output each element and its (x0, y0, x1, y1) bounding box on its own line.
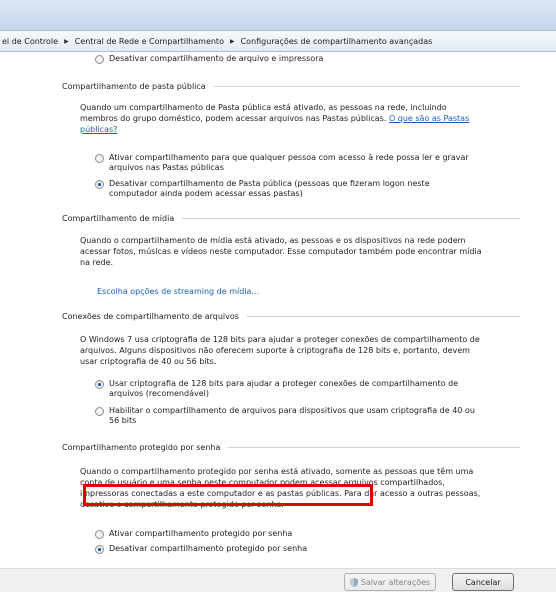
option-label: Ativar compartilhamento protegido por se… (109, 529, 293, 538)
media-streaming-options-link[interactable]: Escolha opções de streaming de mídia... (97, 287, 259, 296)
option-label: Habilitar o compartilhamento de arquivos… (109, 406, 475, 425)
cancel-button[interactable]: Cancelar (452, 573, 514, 591)
public-folder-description: Quando um compartilhamento de Pasta públ… (80, 102, 510, 135)
desc-line: acessar fotos, músicas e vídeos neste co… (80, 247, 482, 256)
radio-button-selected[interactable] (95, 180, 104, 189)
breadcrumb-control-panel[interactable]: el de Controle (2, 37, 58, 46)
radio-button[interactable] (95, 407, 104, 416)
breadcrumb-arrow-icon[interactable]: ▶ (64, 38, 69, 45)
section-title-public-folder: Compartilhamento de pasta pública (62, 82, 520, 91)
file-connections-description: O Windows 7 usa criptografia de 128 bits… (80, 334, 510, 367)
radio-enable-public-folder-sharing[interactable]: Ativar compartilhamento para que qualque… (95, 153, 515, 173)
red-highlight-box (83, 484, 373, 506)
breadcrumb-arrow-icon[interactable]: ▶ (230, 38, 235, 45)
uac-shield-icon (349, 577, 358, 587)
save-changes-button[interactable]: Salvar alterações (344, 573, 436, 591)
section-title-text: Conexões de compartilhamento de arquivos (62, 312, 239, 321)
section-divider (246, 316, 520, 317)
section-divider (228, 447, 520, 448)
section-title-text: Compartilhamento de mídia (62, 214, 175, 223)
public-folders-help-link[interactable]: O que são as Pastas (389, 114, 469, 123)
section-title-text: Compartilhamento de pasta pública (62, 82, 206, 91)
option-label: Usar criptografia de 128 bits para ajuda… (109, 379, 459, 398)
desc-line: usar criptografia de 40 ou 56 bits. (80, 357, 217, 366)
radio-button-selected[interactable] (95, 545, 104, 554)
public-folders-help-link-cont[interactable]: públicas? (80, 124, 510, 135)
radio-enable-40-56bit-encryption[interactable]: Habilitar o compartilhamento de arquivos… (95, 406, 515, 426)
radio-button-selected[interactable] (95, 380, 104, 389)
media-description: Quando o compartilhamento de mídia está … (80, 235, 510, 268)
radio-button[interactable] (95, 530, 104, 539)
section-title-text: Compartilhamento protegido por senha (62, 443, 221, 452)
address-bar[interactable]: el de Controle ▶ Central de Rede e Compa… (0, 30, 556, 52)
radio-button[interactable] (95, 154, 104, 163)
section-title-media: Compartilhamento de mídia (62, 214, 520, 223)
cancel-label: Cancelar (465, 577, 501, 587)
section-title-password-protected: Compartilhamento protegido por senha (62, 443, 520, 452)
option-label: Desativar compartilhamento protegido por… (109, 544, 308, 553)
section-title-file-connections: Conexões de compartilhamento de arquivos (62, 312, 520, 321)
radio-use-128bit-encryption[interactable]: Usar criptografia de 128 bits para ajuda… (95, 379, 515, 399)
desc-line: Quando o compartilhamento de mídia está … (80, 236, 466, 245)
desc-line: O Windows 7 usa criptografia de 128 bits… (80, 335, 480, 344)
window-titlebar (0, 0, 556, 30)
radio-disable-password-protection[interactable]: Desativar compartilhamento protegido por… (95, 544, 515, 554)
radio-disable-public-folder-sharing[interactable]: Desativar compartilhamento de Pasta públ… (95, 179, 515, 199)
desc-line: na rede. (80, 258, 114, 267)
section-divider (213, 86, 520, 87)
desc-line: Quando o compartilhamento protegido por … (80, 467, 474, 476)
option-label: Desativar compartilhamento de Pasta públ… (109, 179, 430, 198)
desc-line: Quando um compartilhamento de Pasta públ… (80, 103, 447, 112)
section-divider (182, 218, 520, 219)
footer-bar: Salvar alterações Cancelar (0, 568, 556, 592)
desc-line: arquivos. Alguns dispositivos não oferec… (80, 346, 470, 355)
radio-disable-file-printer-sharing[interactable]: Desativar compartilhamento de arquivo e … (95, 54, 515, 64)
radio-button[interactable] (95, 55, 104, 64)
breadcrumb-advanced-sharing[interactable]: Configurações de compartilhamento avança… (241, 37, 433, 46)
option-label: Desativar compartilhamento de arquivo e … (109, 54, 324, 63)
desc-line: membros do grupo doméstico, podem acessa… (80, 114, 387, 123)
breadcrumb-network-center[interactable]: Central de Rede e Compartilhamento (75, 37, 224, 46)
save-changes-label: Salvar alterações (360, 577, 431, 587)
radio-enable-password-protection[interactable]: Ativar compartilhamento protegido por se… (95, 529, 515, 539)
option-label: Ativar compartilhamento para que qualque… (109, 153, 469, 172)
